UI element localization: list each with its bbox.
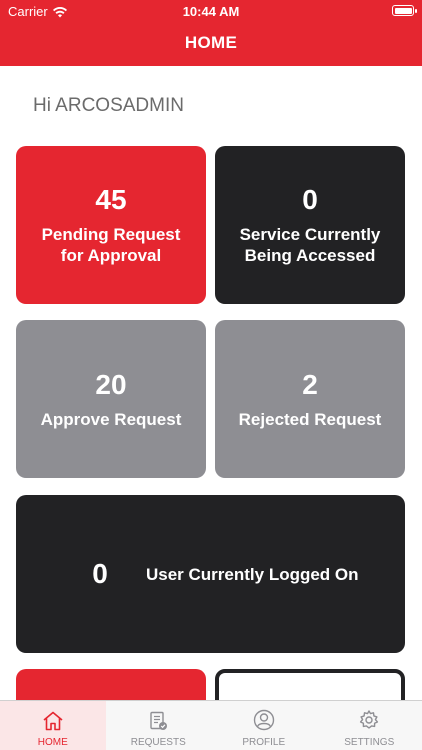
approve-request-card[interactable]: 20 Approve Request [16,320,206,478]
tab-requests-label: REQUESTS [130,737,186,748]
pending-request-card[interactable]: 45 Pending Request for Approval [16,146,206,304]
logged-label: User Currently Logged On [146,564,359,584]
approve-count: 20 [95,368,127,400]
logged-on-card[interactable]: 0 User Currently Logged On [16,495,405,653]
logged-count: 0 [92,558,108,589]
service-accessed-card[interactable]: 0 Service Currently Being Accessed [215,146,405,304]
battery-icon [392,5,417,16]
tab-settings-label: SETTINGS [344,737,395,748]
tab-profile-label: PROFILE [242,737,286,748]
status-bar: Carrier 10:44 AM [0,0,422,22]
app-header: Carrier 10:44 AM HOME [0,0,422,66]
service-count: 0 [302,184,318,215]
page-title: HOME [184,33,238,52]
rejected-label: Rejected Request [238,409,382,429]
home-icon [43,711,63,731]
tab-home-label: HOME [37,737,68,748]
tab-profile[interactable]: PROFILE [211,701,317,750]
requests-icon [150,711,168,730]
rejected-request-card[interactable]: 2 Rejected Request [215,320,405,478]
status-time: 10:44 AM [182,4,240,19]
tab-home[interactable]: HOME [0,701,106,750]
tab-requests[interactable]: REQUESTS [106,701,212,750]
rejected-count: 2 [302,368,318,400]
service-label: Service Currently Being Accessed [239,225,381,265]
tab-bar: HOME REQUESTS PROFILE SETTINGS [0,700,422,750]
profile-icon [253,709,274,731]
tab-settings[interactable]: SETTINGS [317,701,422,750]
pending-label: Pending Request for Approval [41,225,181,265]
greeting-text: Hi ARCOSADMIN [33,95,184,116]
pending-count: 45 [95,184,127,215]
gear-icon [360,710,379,729]
approve-label: Approve Request [40,409,182,429]
